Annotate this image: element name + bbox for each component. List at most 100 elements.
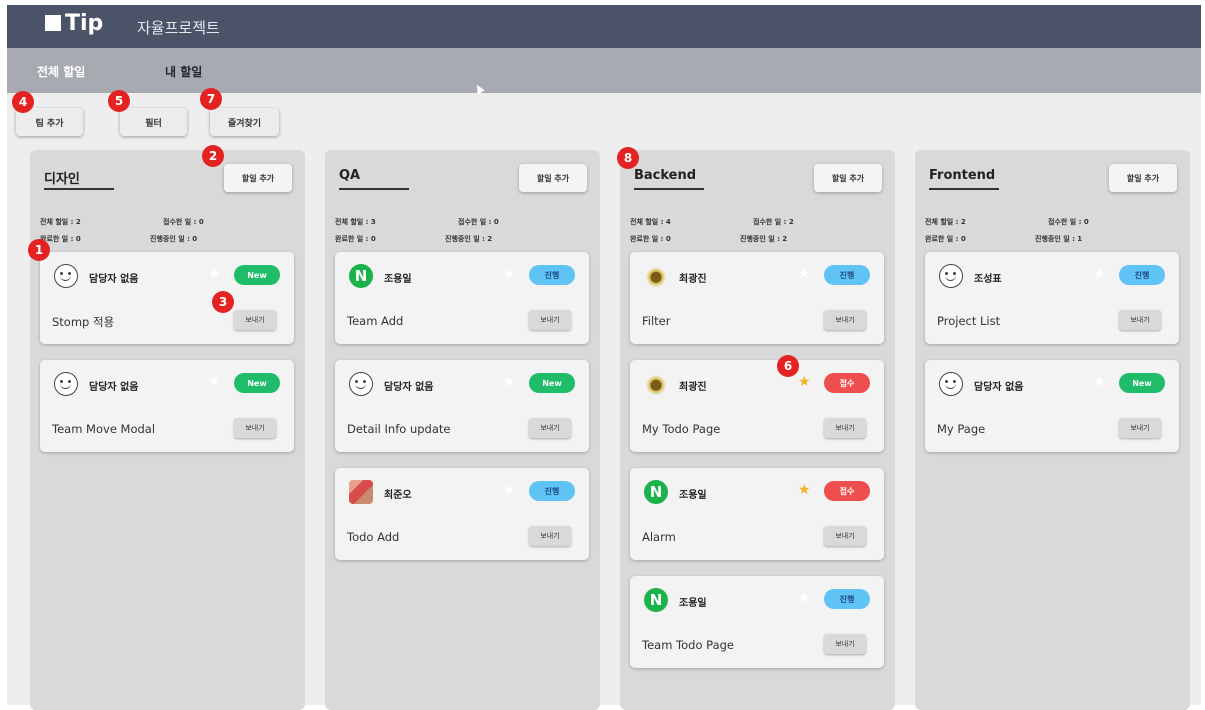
favorite-star-icon[interactable]: ★	[208, 266, 221, 282]
logo-icon	[45, 15, 61, 31]
annotation-marker: 6	[777, 355, 799, 377]
todo-title: Todo Add	[347, 530, 400, 544]
stat-received: 접수한 일 : 0	[458, 218, 499, 226]
favorite-star-icon[interactable]: ★	[503, 266, 516, 282]
assignee-name: 담당자 없음	[384, 382, 434, 393]
status-badge[interactable]: 진행	[529, 265, 575, 285]
add-todo-button[interactable]: 할일 추가	[224, 164, 292, 192]
status-badge[interactable]: 접수	[824, 373, 870, 393]
annotation-marker: 4	[12, 91, 34, 113]
naver-icon	[644, 480, 668, 504]
assignee-name: 조용일	[384, 274, 412, 285]
top-bar: Tip 자율프로젝트	[7, 5, 1201, 48]
todo-card[interactable]: 담당자 없음 ★ New Stomp 적용 보내기	[40, 252, 294, 344]
tab-my-todos[interactable]: 내 할일	[165, 63, 202, 80]
todo-title: Alarm	[642, 530, 676, 544]
annotation-marker: 8	[617, 147, 639, 169]
todo-card[interactable]: 조용일 ★ 진행 Team Todo Page 보내기	[630, 576, 884, 668]
todo-title: Filter	[642, 314, 671, 328]
annotation-marker: 7	[200, 88, 222, 110]
smile-icon	[939, 372, 963, 396]
stat-total: 전체 할일 : 3	[335, 218, 376, 226]
status-badge[interactable]: New	[529, 373, 575, 393]
favorite-star-icon[interactable]: ★	[798, 374, 811, 390]
todo-card[interactable]: 담당자 없음 ★ New Team Move Modal 보내기	[40, 360, 294, 452]
smile-icon	[54, 372, 78, 396]
todo-card[interactable]: 조용일 ★ 진행 Team Add 보내기	[335, 252, 589, 344]
stat-received: 접수한 일 : 0	[1048, 218, 1089, 226]
todo-title: Project List	[937, 314, 1001, 328]
tab-all-todos[interactable]: 전체 할일	[37, 63, 85, 80]
todo-card[interactable]: 담당자 없음 ★ New My Page 보내기	[925, 360, 1179, 452]
favorites-button[interactable]: 즐겨찾기	[210, 108, 279, 136]
todo-card[interactable]: 최준오 ★ 진행 Todo Add 보내기	[335, 468, 589, 560]
project-title: 자율프로젝트	[137, 19, 220, 37]
send-button[interactable]: 보내기	[529, 310, 571, 330]
naver-icon	[644, 588, 668, 612]
status-badge[interactable]: 진행	[824, 265, 870, 285]
stat-in-progress: 진행중인 일 : 1	[1035, 235, 1083, 243]
stat-in-progress: 진행중인 일 : 2	[445, 235, 493, 243]
assignee-name: 최광진	[679, 274, 707, 285]
assignee-name: 최준오	[384, 490, 412, 501]
favorite-star-icon[interactable]: ★	[503, 374, 516, 390]
tab-bar: 전체 할일 내 할일	[7, 48, 1201, 93]
send-button[interactable]: 보내기	[234, 418, 276, 438]
column-title-underline	[634, 188, 704, 190]
naver-icon	[349, 264, 373, 288]
assignee-name: 조용일	[679, 598, 707, 609]
favorite-star-icon[interactable]: ★	[208, 374, 221, 390]
assignee-name: 담당자 없음	[89, 274, 139, 285]
status-badge[interactable]: 접수	[824, 481, 870, 501]
send-button[interactable]: 보내기	[529, 418, 571, 438]
logo-text: Tip	[65, 11, 104, 36]
column-title-underline	[929, 188, 999, 190]
todo-title: Stomp 적용	[52, 315, 115, 329]
bird-icon	[644, 264, 668, 288]
stat-in-progress: 진행중인 일 : 2	[740, 235, 788, 243]
send-button[interactable]: 보내기	[824, 526, 866, 546]
column-title: 디자인	[44, 172, 80, 187]
stat-total: 전체 할일 : 2	[40, 218, 81, 226]
add-todo-button[interactable]: 할일 추가	[1109, 164, 1177, 192]
send-button[interactable]: 보내기	[824, 418, 866, 438]
stat-done: 완료한 일 : 0	[630, 235, 671, 243]
status-badge[interactable]: 진행	[1119, 265, 1165, 285]
filter-button[interactable]: 필터	[120, 108, 187, 136]
favorite-star-icon[interactable]: ★	[1093, 266, 1106, 282]
send-button[interactable]: 보내기	[1119, 418, 1161, 438]
column-title: Backend	[634, 168, 697, 183]
todo-card[interactable]: 최광진 ★ 진행 Filter 보내기	[630, 252, 884, 344]
add-todo-button[interactable]: 할일 추가	[519, 164, 587, 192]
annotation-marker: 3	[212, 291, 234, 313]
favorite-star-icon[interactable]: ★	[798, 266, 811, 282]
app-logo[interactable]: Tip	[45, 11, 103, 36]
send-button[interactable]: 보내기	[529, 526, 571, 546]
send-button[interactable]: 보내기	[234, 310, 276, 330]
todo-card[interactable]: 조성표 ★ 진행 Project List 보내기	[925, 252, 1179, 344]
stat-total: 전체 할일 : 2	[925, 218, 966, 226]
column-title: Frontend	[929, 168, 996, 183]
add-todo-button[interactable]: 할일 추가	[814, 164, 882, 192]
status-badge[interactable]: 진행	[824, 589, 870, 609]
assignee-name: 담당자 없음	[89, 382, 139, 393]
todo-title: Team Move Modal	[52, 422, 156, 436]
status-badge[interactable]: New	[1119, 373, 1165, 393]
todo-title: Team Add	[347, 314, 404, 328]
send-button[interactable]: 보내기	[1119, 310, 1161, 330]
status-badge[interactable]: New	[234, 265, 280, 285]
favorite-star-icon[interactable]: ★	[798, 482, 811, 498]
status-badge[interactable]: 진행	[529, 481, 575, 501]
todo-card[interactable]: 조용일 ★ 접수 Alarm 보내기	[630, 468, 884, 560]
status-badge[interactable]: New	[234, 373, 280, 393]
todo-card[interactable]: 최광진 ★ 접수 My Todo Page 보내기	[630, 360, 884, 452]
favorite-star-icon[interactable]: ★	[503, 482, 516, 498]
send-button[interactable]: 보내기	[824, 634, 866, 654]
favorite-star-icon[interactable]: ★	[798, 590, 811, 606]
todo-card[interactable]: 담당자 없음 ★ New Detail Info update 보내기	[335, 360, 589, 452]
favorite-star-icon[interactable]: ★	[1093, 374, 1106, 390]
column-title-underline	[339, 188, 409, 190]
column-3: Frontend 할일 추가 전체 할일 : 2 접수한 일 : 0 완료한 일…	[915, 150, 1190, 710]
send-button[interactable]: 보내기	[824, 310, 866, 330]
smile-icon	[349, 372, 373, 396]
